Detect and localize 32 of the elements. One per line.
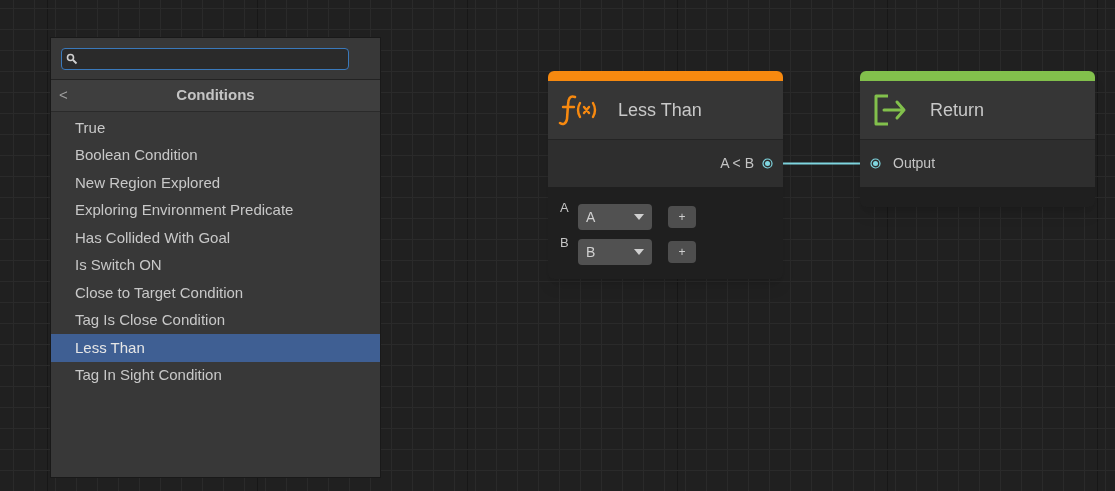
menu-item[interactable]: True (51, 114, 380, 142)
add-button[interactable]: + (668, 206, 696, 228)
port-label: A < B (720, 154, 754, 173)
menu-item[interactable]: New Region Explored (51, 169, 380, 197)
caret-icon (634, 214, 644, 220)
dropdown[interactable]: B (578, 239, 652, 265)
menu-item[interactable]: Is Switch ON (51, 251, 380, 279)
caret-icon (634, 249, 644, 255)
function-icon (558, 93, 598, 127)
menu-item[interactable]: Exploring Environment Predicate (51, 196, 380, 224)
menu-item[interactable]: Less Than (51, 334, 380, 362)
add-button[interactable]: + (668, 241, 696, 263)
field-label: A (560, 201, 570, 214)
menu-item[interactable]: Tag In Sight Condition (51, 361, 380, 389)
menu-item[interactable]: Boolean Condition (51, 141, 380, 169)
exit-icon (872, 92, 908, 128)
search-field[interactable] (61, 47, 349, 70)
menu-title: Conditions (176, 85, 255, 106)
port-label: Output (893, 154, 936, 173)
node-title: Less Than (618, 98, 702, 122)
menu-item[interactable]: Close to Target Condition (51, 279, 380, 307)
menu-item[interactable]: Has Collided With Goal (51, 224, 380, 252)
node-card[interactable]: Return Output (860, 71, 1095, 207)
node-title: Return (930, 98, 985, 122)
back-button[interactable]: < (59, 84, 68, 107)
port-icon[interactable] (870, 158, 881, 169)
field-label: B (560, 236, 570, 249)
search-icon (66, 52, 78, 65)
menu-item[interactable]: Tag Is Close Condition (51, 306, 380, 334)
node-card[interactable]: Less Than A < B A A + B B + (548, 71, 783, 279)
dropdown[interactable]: A (578, 204, 652, 230)
port-icon[interactable] (762, 158, 773, 169)
